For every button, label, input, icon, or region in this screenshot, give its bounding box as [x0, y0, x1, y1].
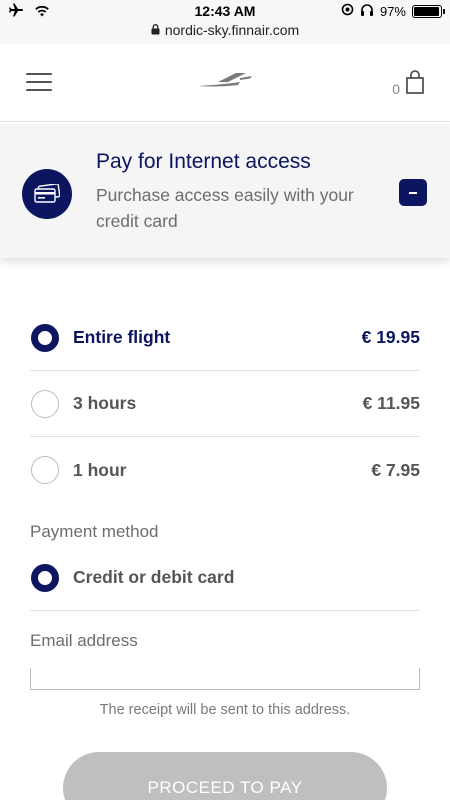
minus-icon: [409, 191, 417, 194]
payment-method-name: Credit or debit card: [73, 567, 235, 587]
internet-access-card: Pay for Internet access Purchase access …: [0, 124, 450, 258]
payment-method-label: Payment method: [30, 522, 159, 541]
status-right: 97%: [341, 3, 445, 19]
card-title: Pay for Internet access: [96, 150, 311, 173]
radio-button[interactable]: [31, 389, 59, 418]
status-bar: 12:43 AM 97%: [0, 0, 450, 22]
credit-card-icon: [22, 169, 72, 219]
payment-option-card[interactable]: Credit or debit card: [30, 545, 420, 611]
email-label: Email address: [30, 631, 138, 650]
headphones-icon: [360, 3, 374, 19]
alarm-icon: [341, 3, 354, 19]
hamburger-icon[interactable]: [26, 73, 52, 91]
cart[interactable]: 0: [392, 70, 424, 99]
plan-price: € 11.95: [362, 393, 420, 413]
plan-label: Entire flight: [73, 327, 171, 347]
finnair-logo[interactable]: [196, 72, 254, 93]
plan-label: 1 hour: [73, 459, 127, 480]
plan-price: € 19.95: [361, 327, 420, 347]
url-text[interactable]: nordic-sky.finnair.com: [165, 22, 299, 38]
lock-icon: [151, 22, 160, 38]
app-header: 0: [0, 44, 450, 122]
plan-option-entire-flight[interactable]: Entire flight € 19.95: [30, 305, 420, 371]
collapse-button[interactable]: [399, 179, 427, 206]
receipt-note: The receipt will be sent to this address…: [99, 702, 351, 718]
battery-icon: [412, 4, 445, 18]
proceed-to-pay-button[interactable]: PROCEED TO PAY: [63, 752, 387, 800]
battery-level: [414, 6, 440, 16]
shopping-bag-icon[interactable]: [406, 70, 424, 99]
radio-button-selected[interactable]: [31, 563, 59, 592]
radio-button[interactable]: [31, 456, 59, 484]
radio-button-selected[interactable]: [31, 323, 59, 352]
cart-count: 0: [392, 81, 400, 97]
plan-label: 3 hours: [73, 393, 137, 413]
email-field[interactable]: [30, 668, 420, 690]
plan-option-1-hour[interactable]: 1 hour € 7.95: [30, 437, 420, 503]
plan-price: € 7.95: [371, 459, 420, 480]
url-bar[interactable]: nordic-sky.finnair.com: [0, 22, 450, 44]
battery-percent: 97%: [379, 3, 406, 19]
card-subtitle: Purchase access easily with your credit …: [96, 185, 354, 231]
plan-option-3-hours[interactable]: 3 hours € 11.95: [30, 371, 420, 437]
